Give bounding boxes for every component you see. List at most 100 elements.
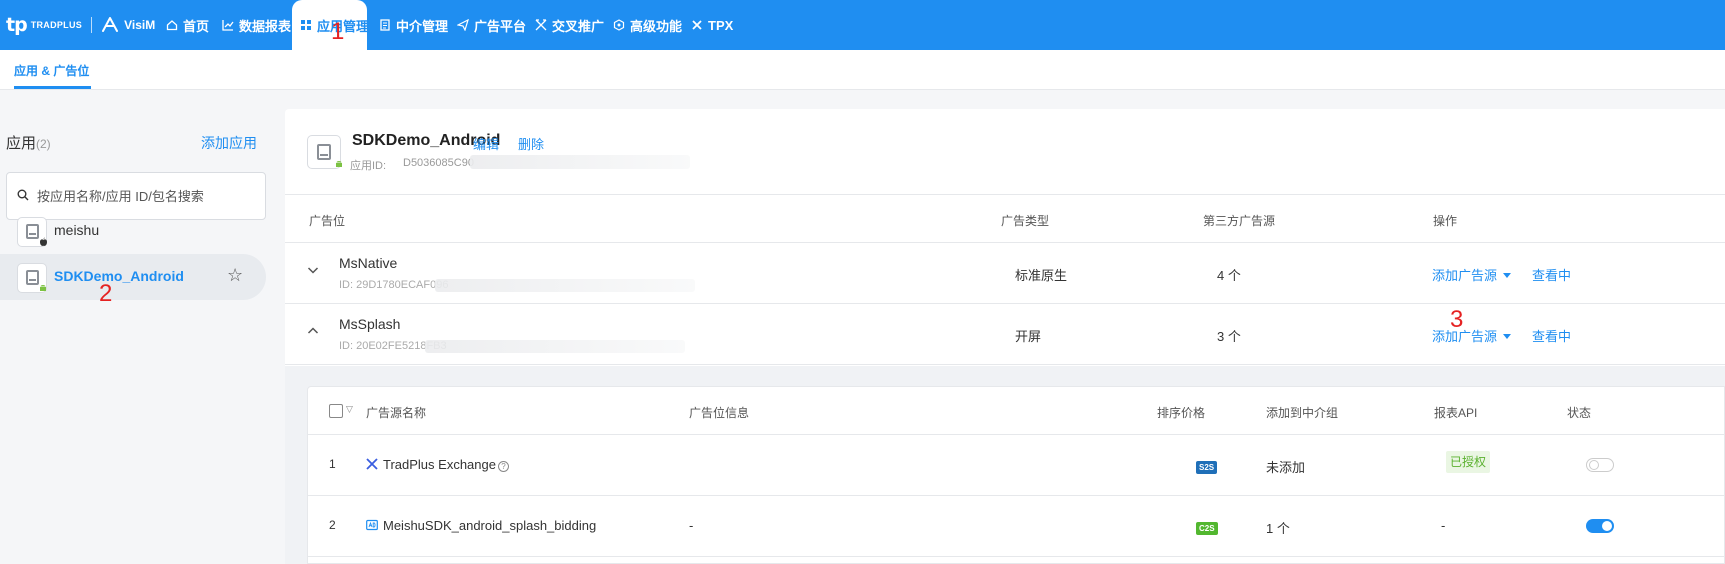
column-header-mediation-group: 添加到中介组 (1266, 406, 1339, 420)
app-sidebar: 应用(2) 添加应用 meishu SDKDemo_Android ☆ (0, 91, 272, 564)
select-all-checkbox[interactable] (329, 404, 343, 418)
app-count: (2) (36, 137, 51, 151)
add-app-button[interactable]: 添加应用 (201, 133, 257, 153)
mediation-group-status: 1 个 (1266, 521, 1290, 536)
app-detail-panel: SDKDemo_Android 编辑 删除 应用ID: D5036085C90 … (285, 109, 1725, 564)
app-item-meishu[interactable]: meishu (0, 208, 266, 254)
nav-app-management[interactable]: 应用管理 (292, 0, 369, 50)
report-api-status: - (1441, 518, 1446, 533)
ad-source-table-header: ▽ 广告源名称 广告位信息 排序价格 添加到中介组 报表API 状态 (308, 387, 1725, 435)
chevron-down-icon[interactable]: ▽ (346, 404, 353, 415)
report-api-authorized-badge: 已授权 (1446, 451, 1491, 473)
edit-app-link[interactable]: 编辑 (473, 134, 499, 153)
android-icon (38, 283, 48, 295)
placement-id: ID: 29D1780ECAF096 (339, 279, 449, 291)
placement-name: MsNative (339, 255, 398, 271)
placement-row-mssplash[interactable]: MsSplash ID: 20E02FE5218FB3 开屏 3 个 添加广告源… (285, 304, 1725, 365)
annotation-marker-1: 1 (331, 18, 345, 45)
ad-source-name: MeishuSDK_android_splash_bidding (366, 518, 596, 533)
top-navigation: tp TRADPLUS VisiM 首页 数据报表 应用管理 中介管理 广告平台… (0, 0, 1725, 50)
ad-source-row[interactable]: 1 TradPlus Exchange? S2S 未添加 已授权 (308, 435, 1725, 496)
column-header-operations: 操作 (1433, 214, 1458, 228)
app-icon (17, 263, 47, 293)
nav-home[interactable]: 首页 (166, 0, 209, 50)
tradplus-logo-mark: tp (6, 14, 28, 36)
tradplus-logo-text: TRADPLUS (30, 20, 83, 30)
nav-cross-promotion[interactable]: 交叉推广 (535, 0, 604, 50)
visim-logo-icon (101, 17, 119, 33)
app-header: SDKDemo_Android 编辑 删除 应用ID: D5036085C90 (285, 109, 1725, 195)
chart-icon (222, 19, 234, 31)
visim-logo-text: VisiM (124, 18, 156, 32)
column-header-placement-info: 广告位信息 (689, 406, 750, 420)
grid-icon (300, 19, 312, 31)
redacted-area (425, 340, 685, 353)
view-mediation-link[interactable]: 查看中 (1532, 265, 1571, 284)
sub-tab-bar: 应用 & 广告位 (0, 50, 1725, 90)
x-icon (691, 19, 703, 31)
app-search-input[interactable] (37, 185, 257, 207)
home-icon (166, 19, 178, 31)
price-type-badge: S2S (1196, 461, 1218, 474)
tab-apps-and-placements[interactable]: 应用 & 广告位 (14, 62, 89, 79)
nav-advanced-features[interactable]: 高级功能 (613, 0, 682, 50)
active-tab-indicator (14, 86, 91, 89)
add-ad-source-dropdown[interactable]: 添加广告源 (1432, 265, 1512, 284)
app-item-sdkdemo-android[interactable]: SDKDemo_Android ☆ (0, 254, 266, 300)
nav-mediation-management[interactable]: 中介管理 (379, 0, 448, 50)
price-type-badge: C2S (1196, 522, 1218, 535)
placement-source-count: 3 个 (1217, 329, 1241, 344)
app-id-value: D5036085C90 (403, 157, 474, 169)
placement-row-msnative[interactable]: MsNative ID: 29D1780ECAF096 标准原生 4 个 添加广… (285, 243, 1725, 304)
chevron-down-icon[interactable] (307, 264, 319, 276)
redacted-area (470, 155, 690, 169)
placement-ad-type: 标准原生 (1015, 268, 1068, 283)
app-id-label: 应用ID: (350, 160, 387, 172)
status-toggle[interactable] (1586, 458, 1614, 472)
nav-tpx[interactable]: TPX (691, 0, 733, 50)
placement-source-count: 4 个 (1217, 268, 1241, 283)
caret-down-icon (1503, 334, 1512, 339)
placement-name: MsSplash (339, 316, 401, 332)
redacted-area (435, 279, 695, 292)
chevron-up-icon[interactable] (307, 325, 319, 337)
row-index: 2 (329, 518, 336, 532)
nav-ad-platform[interactable]: 广告平台 (456, 0, 526, 50)
phone-icon (26, 224, 39, 239)
annotation-marker-2: 2 (99, 280, 113, 307)
apple-icon (39, 237, 48, 249)
add-ad-source-dropdown[interactable]: 添加广告源 (1432, 326, 1512, 345)
ad-network-icon (366, 519, 378, 531)
status-toggle[interactable] (1586, 519, 1614, 533)
send-icon (456, 18, 469, 32)
android-icon (334, 159, 344, 172)
ad-source-name: TradPlus Exchange? (366, 457, 509, 472)
sidebar-title: 应用(2) (6, 135, 51, 152)
brand-logo[interactable]: tp TRADPLUS VisiM (6, 14, 155, 36)
placement-table-header: 广告位 广告类型 第三方广告源 操作 (285, 195, 1725, 243)
star-icon[interactable]: ☆ (227, 265, 243, 286)
app-icon (17, 217, 47, 247)
column-header-ad-type: 广告类型 (1001, 214, 1050, 228)
app-icon (307, 135, 344, 172)
app-name: meishu (54, 222, 100, 238)
ad-source-row[interactable]: 2 MeishuSDK_android_splash_bidding - C2S… (308, 496, 1725, 557)
column-header-placement: 广告位 (309, 214, 346, 228)
caret-down-icon (1503, 273, 1512, 278)
row-index: 1 (329, 457, 336, 471)
tradplus-exchange-icon (366, 458, 378, 470)
help-icon[interactable]: ? (497, 461, 509, 472)
view-mediation-link[interactable]: 查看中 (1532, 326, 1571, 345)
app-name: SDKDemo_Android (54, 268, 184, 284)
nav-data-reports[interactable]: 数据报表 (222, 0, 291, 50)
delete-app-link[interactable]: 删除 (518, 134, 544, 153)
ad-source-table: ▽ 广告源名称 广告位信息 排序价格 添加到中介组 报表API 状态 1 Tra… (307, 386, 1725, 564)
ad-source-expanded-area: ▽ 广告源名称 广告位信息 排序价格 添加到中介组 报表API 状态 1 Tra… (285, 366, 1725, 564)
column-header-source-name: 广告源名称 (366, 406, 427, 420)
document-icon (379, 19, 391, 31)
search-icon (17, 189, 29, 201)
placement-ad-type: 开屏 (1015, 329, 1042, 344)
annotation-marker-3: 3 (1450, 306, 1464, 333)
phone-icon (317, 144, 331, 160)
column-header-report-api: 报表API (1434, 406, 1478, 420)
